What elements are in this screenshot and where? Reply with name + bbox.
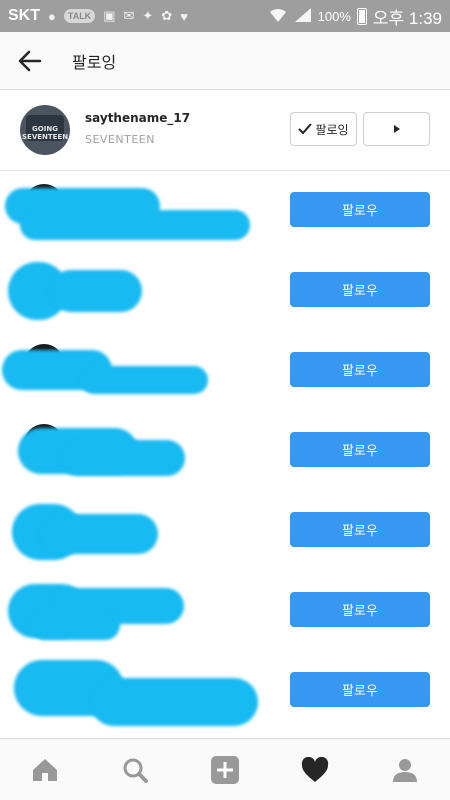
signal-icon [294, 7, 312, 26]
follow-button[interactable]: 팔로우 [290, 592, 430, 627]
suggestions-toggle-button[interactable] [363, 112, 430, 146]
avatar-text: GOING SEVENTEEN [22, 125, 69, 141]
add-icon [211, 755, 239, 784]
check-icon [298, 123, 313, 135]
list-item[interactable]: 팔로우 [0, 490, 450, 570]
nav-home[interactable] [15, 745, 75, 795]
status-bar: SKT ● TALK ▣ ✉ ✦ ✿ ♥ 100% 오후 1:39 [0, 0, 450, 32]
redaction-scribble [20, 210, 250, 240]
following-label: 팔로잉 [315, 122, 349, 137]
follow-button[interactable]: 팔로우 [290, 192, 430, 227]
follow-button[interactable]: 팔로우 [290, 432, 430, 467]
list-item[interactable]: 팔로우 [0, 170, 450, 250]
bottom-nav [0, 738, 450, 800]
follow-button[interactable]: 팔로우 [290, 672, 430, 707]
list-item[interactable]: 팔로우 [0, 330, 450, 410]
battery-icon [356, 7, 367, 25]
list-item[interactable]: 팔로우 [0, 650, 450, 730]
nav-add[interactable] [195, 745, 255, 795]
home-icon [33, 758, 57, 781]
carrier-label: SKT [8, 7, 40, 24]
redaction-scribble [50, 270, 142, 312]
redaction-scribble [90, 678, 258, 726]
top-user-row[interactable]: GOING SEVENTEEN saythename_17 SEVENTEEN … [0, 91, 450, 171]
redaction-scribble [40, 514, 158, 554]
header: 팔로잉 [0, 32, 450, 90]
notification-icon: ● [48, 8, 56, 24]
gallery-icon: ▣ [103, 8, 116, 23]
nav-activity[interactable] [285, 745, 345, 795]
following-button[interactable]: 팔로잉 [290, 112, 357, 146]
activity-heart-icon [301, 756, 329, 782]
profile-icon [393, 758, 417, 782]
list-item[interactable]: 팔로우 [0, 410, 450, 490]
clock: 오후 1:39 [372, 8, 442, 28]
page-title: 팔로잉 [72, 52, 117, 72]
follow-button[interactable]: 팔로우 [290, 272, 430, 307]
follow-button[interactable]: 팔로우 [290, 352, 430, 387]
triangle-right-icon [393, 125, 400, 133]
arrow-left-icon [18, 50, 42, 71]
wifi-icon [268, 7, 288, 26]
nav-profile[interactable] [375, 745, 435, 795]
game-icon: ✦ [142, 8, 154, 23]
redaction-scribble [80, 366, 208, 394]
heart-app-icon: ♥ [180, 8, 188, 24]
search-icon [123, 758, 148, 783]
list-item[interactable]: 팔로우 [0, 570, 450, 650]
follow-button[interactable]: 팔로우 [290, 512, 430, 547]
sticker-icon: ✿ [161, 8, 173, 23]
avatar[interactable]: GOING SEVENTEEN [20, 105, 70, 155]
back-button[interactable] [0, 32, 60, 90]
username[interactable]: saythename_17 [85, 111, 190, 125]
battery-percent: 100% [317, 8, 351, 24]
fullname: SEVENTEEN [85, 133, 155, 146]
nav-search[interactable] [105, 745, 165, 795]
list-item[interactable]: 팔로우 [0, 250, 450, 330]
redaction-scribble [30, 610, 120, 640]
talk-icon: TALK [63, 9, 96, 23]
mail-icon: ✉ [123, 8, 135, 23]
redaction-scribble [60, 440, 185, 476]
